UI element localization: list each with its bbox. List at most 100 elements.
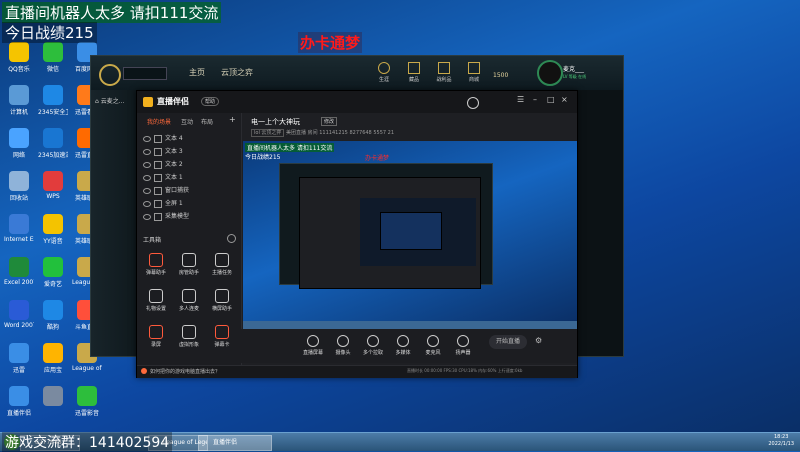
eye-icon[interactable] (143, 187, 151, 194)
desktop-icon[interactable]: 爱奇艺 (38, 257, 68, 301)
desktop-icon[interactable]: 2345加速浏览器 (38, 128, 68, 172)
desktop-icon[interactable]: 回收站 (4, 171, 34, 215)
app-icon (9, 128, 29, 148)
app-logo-icon (143, 97, 153, 107)
tip-icon (141, 368, 147, 374)
source-icon (154, 160, 162, 169)
source-button[interactable]: 麦克风 (419, 335, 447, 356)
menu-store[interactable]: 商城 (459, 62, 489, 83)
tab-layout[interactable]: 布局 (201, 117, 213, 126)
desktop-icon[interactable]: Internet Explorer (4, 214, 34, 258)
source-button-icon (457, 335, 469, 347)
app-icon (9, 171, 29, 191)
category-tag[interactable]: lol 云顶之弈 (251, 129, 285, 137)
desktop-icon[interactable]: WPS (38, 171, 68, 215)
menu-loot[interactable]: 战利品 (429, 62, 459, 83)
scene-item[interactable]: 采集模型 (143, 211, 239, 223)
eye-icon[interactable] (143, 161, 151, 168)
desktop-icon[interactable]: 迅雷 (4, 343, 34, 387)
bottom-banner: 游戏交流群：141402594 (2, 432, 173, 452)
start-stream-button[interactable]: 开始直播 (489, 335, 527, 349)
desktop-icon[interactable]: Word 2007 (4, 300, 34, 344)
collection-icon (408, 62, 420, 74)
add-scene-icon[interactable]: + (229, 115, 236, 124)
desktop-icon[interactable]: 应用宝 (38, 343, 68, 387)
nav-tft[interactable]: 云顶之弈 (221, 67, 253, 78)
tab-interact[interactable]: 互动 (181, 117, 193, 126)
minimize-icon[interactable]: – (533, 95, 537, 104)
help-badge[interactable]: 帮助 (201, 97, 220, 106)
task-item-streamtool[interactable]: 直播伴侣 (198, 435, 272, 451)
nav-home[interactable]: 主页 (189, 67, 205, 78)
desktop-icon[interactable] (38, 386, 68, 430)
tool-item[interactable]: 横屏助手 (207, 289, 237, 312)
tab-scenes[interactable]: 我的场景 (147, 117, 171, 126)
scene-item[interactable]: 文本 3 (143, 146, 239, 158)
tool-icon (182, 325, 196, 339)
desktop-icon[interactable]: 微信 (38, 42, 68, 86)
desktop-icon[interactable]: Excel 2007 (4, 257, 34, 301)
stream-meta: lol 云顶之弈 美团直播 房间 111141215 8277648 5557 … (251, 129, 394, 137)
source-button[interactable]: 扬声器 (449, 335, 477, 356)
menu-collection[interactable]: 藏品 (399, 62, 429, 83)
app-icon (9, 300, 29, 320)
tool-item[interactable]: 虚拟形象 (174, 325, 204, 348)
menu-career[interactable]: 生涯 (369, 62, 399, 83)
eye-icon[interactable] (143, 213, 151, 220)
status-stats: 直播时长 00:00:00 FPS:30 CPU:18% 内存:60% 上行速度… (407, 368, 523, 373)
scene-item[interactable]: 全屏 1 (143, 198, 239, 210)
career-icon (378, 62, 390, 74)
store-icon (468, 62, 480, 74)
tool-item[interactable]: 主播任务 (207, 253, 237, 276)
menu-icon[interactable]: ☰ (517, 95, 524, 104)
source-button[interactable]: 摄像头 (329, 335, 357, 356)
edit-title-button[interactable]: 修改 (321, 117, 338, 126)
loot-icon (438, 62, 450, 74)
scene-item[interactable]: 文本 2 (143, 159, 239, 171)
tool-icon (215, 325, 229, 339)
tool-item[interactable]: 弹幕卡 (207, 325, 237, 348)
tool-icon (149, 289, 163, 303)
tools-header: 工具箱 (143, 237, 162, 244)
game-topbar: 主页 云顶之弈 生涯 藏品 战利品 商城 1500 麦克___ LV 等级 在线 (91, 56, 623, 91)
tools-more-icon[interactable] (227, 234, 236, 243)
source-button-icon (367, 335, 379, 347)
desktop-icon[interactable]: 计算机 (4, 85, 34, 129)
app-title: 直播伴侣 (157, 97, 189, 106)
desktop-icon[interactable]: 迅雷影音 (72, 386, 102, 430)
user-icon[interactable] (467, 97, 479, 109)
tool-item[interactable]: 多人连麦 (174, 289, 204, 312)
taskbar-clock[interactable]: 18:23 2022/1/13 (768, 434, 794, 448)
stream-title: 电一上个大神玩 (251, 118, 300, 126)
tool-item[interactable]: 房管助手 (174, 253, 204, 276)
red-label: 办卡通梦 (298, 32, 363, 53)
status-tip[interactable]: 如何把你的游戏电脑直播出去？ (150, 368, 220, 375)
avatar[interactable] (537, 60, 563, 86)
source-button[interactable]: 直播屏幕 (299, 335, 327, 356)
scene-item[interactable]: 文本 1 (143, 172, 239, 184)
scene-item[interactable]: 文本 4 (143, 133, 239, 145)
app-icon (9, 343, 29, 363)
eye-icon[interactable] (143, 148, 151, 155)
tool-item[interactable]: 弹幕助手 (141, 253, 171, 276)
desktop-icon[interactable]: 酷狗 (38, 300, 68, 344)
source-button[interactable]: 多媒体 (389, 335, 417, 356)
eye-icon[interactable] (143, 200, 151, 207)
app-icon (43, 386, 63, 406)
eye-icon[interactable] (143, 174, 151, 181)
settings-icon[interactable]: ⚙ (535, 336, 542, 345)
desktop-icon[interactable]: QQ音乐 (4, 42, 34, 86)
eye-icon[interactable] (143, 135, 151, 142)
source-button[interactable]: 多个拉取 (359, 335, 387, 356)
maximize-icon[interactable]: □ (547, 95, 555, 104)
close-icon[interactable]: × (561, 95, 568, 104)
tool-item[interactable]: 礼物设置 (141, 289, 171, 312)
desktop-icon[interactable]: 网络 (4, 128, 34, 172)
desktop-icon[interactable]: 2345安全卫士 (38, 85, 68, 129)
game-search-input[interactable] (123, 67, 167, 80)
scene-item[interactable]: 窗口捕获 (143, 185, 239, 197)
desktop-icon[interactable]: 直播伴侣 (4, 386, 34, 430)
tool-item[interactable]: 录屏 (141, 325, 171, 348)
desktop-icon[interactable]: YY语音 (38, 214, 68, 258)
source-button-icon (427, 335, 439, 347)
